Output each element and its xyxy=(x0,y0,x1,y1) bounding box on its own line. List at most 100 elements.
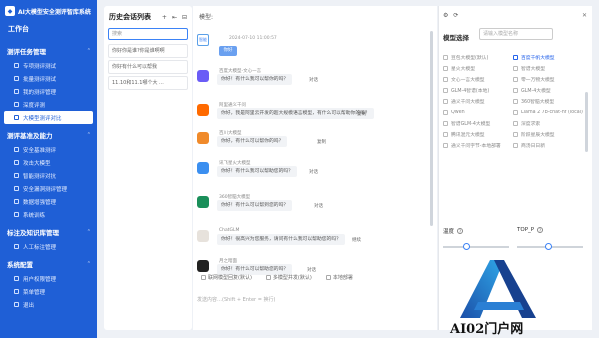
sidebar-item[interactable]: 深度评测 xyxy=(0,98,97,111)
checkbox-box[interactable] xyxy=(265,275,271,280)
option-checkbox[interactable]: 联网模型回复(默认) xyxy=(201,274,252,281)
help-icon[interactable]: ? xyxy=(537,227,544,233)
checkbox-box[interactable] xyxy=(513,99,518,104)
chat-list-item[interactable]: 11.10和11.1哪个大 ... xyxy=(108,76,188,90)
close-icon[interactable]: ✕ xyxy=(582,12,587,19)
model-row: 腾讯混元大模型 阶跃星辰大模型 xyxy=(443,129,583,140)
checkbox-box[interactable] xyxy=(443,110,448,115)
model-checkbox[interactable]: GLM-4智谱(本地) xyxy=(443,87,513,94)
sidebar-item[interactable]: 人工标注管理 xyxy=(0,240,97,253)
chat-scrollbar[interactable] xyxy=(430,31,433,226)
option-checkbox[interactable]: 本地部署 xyxy=(325,274,353,281)
sidebar-item[interactable]: 退出 xyxy=(0,298,97,311)
model-checkbox[interactable]: 零一万物大模型 xyxy=(513,76,583,83)
checkbox-box[interactable] xyxy=(201,275,206,280)
model-checkbox[interactable]: 百度千帆大模型 xyxy=(513,54,583,61)
sidebar-item[interactable]: 大模型测评对比 xyxy=(4,111,93,124)
checkbox-box[interactable] xyxy=(443,132,448,137)
chevron-up-icon[interactable]: ⌃ xyxy=(87,132,91,138)
model-checkbox[interactable]: GLM-4大模型 xyxy=(513,87,583,94)
sidebar-item[interactable]: 批量测评测试 xyxy=(0,72,97,85)
top-p-label: TOP_P xyxy=(517,227,535,233)
response-action-button[interactable]: 对话 xyxy=(307,267,316,273)
model-checkbox[interactable]: 通义千问字节-本地部署 xyxy=(443,142,513,149)
model-name: ChatGLM xyxy=(219,228,240,233)
help-icon[interactable]: ? xyxy=(457,228,464,234)
model-checkbox[interactable]: 360智脑大模型 xyxy=(513,98,583,105)
model-checkbox[interactable]: 星火大模型 xyxy=(443,65,513,72)
sidebar-item[interactable]: 菜单管理 xyxy=(0,285,97,298)
slider-handle[interactable] xyxy=(463,243,470,250)
sidebar-item[interactable]: 专项测评测试 xyxy=(0,59,97,72)
checkbox-box[interactable] xyxy=(443,55,448,60)
workbench-link[interactable]: 工作台 xyxy=(0,18,97,40)
model-label: 星火大模型 xyxy=(451,67,475,72)
top-p-slider[interactable] xyxy=(517,243,583,250)
sidebar-item[interactable]: 数据增强管理 xyxy=(0,195,97,208)
model-checkbox[interactable]: Llama 2 7b-chat-hf (local) xyxy=(513,110,583,115)
option-checkbox[interactable]: 多模型并发(默认) xyxy=(265,274,312,281)
sidebar-section-header[interactable]: 系统配置 ⌃ xyxy=(0,253,97,272)
message-input[interactable]: 发送内容…(Shift + Enter = 换行) xyxy=(197,296,275,303)
checkbox-box[interactable] xyxy=(513,143,518,148)
sidebar-section-header[interactable]: 测评基准及能力 ⌃ xyxy=(0,124,97,143)
chat-list-item[interactable]: 你好有什么可以帮我 xyxy=(108,60,188,74)
checkbox-box[interactable] xyxy=(325,275,331,280)
checkbox-box[interactable] xyxy=(443,66,448,71)
response-action-button[interactable]: 对话 xyxy=(309,169,318,175)
chevron-up-icon[interactable]: ⌃ xyxy=(87,261,91,267)
sidebar-section-header[interactable]: 测评任务管理 ⌃ xyxy=(0,40,97,59)
model-checkbox[interactable]: 商汤日日新 xyxy=(513,142,583,149)
checkbox-box[interactable] xyxy=(513,77,518,82)
model-checkbox[interactable]: 阶跃星辰大模型 xyxy=(513,131,583,138)
slider-handle[interactable] xyxy=(545,243,552,250)
response-action-button[interactable]: 复制 xyxy=(317,139,326,145)
sidebar-item[interactable]: 攻击大模型 xyxy=(0,156,97,169)
add-icon[interactable]: + xyxy=(162,14,167,21)
checkbox-box[interactable] xyxy=(443,143,448,148)
model-checkbox[interactable]: 腾讯混元大模型 xyxy=(443,131,513,138)
temperature-slider[interactable] xyxy=(443,243,509,250)
checkbox-box[interactable] xyxy=(513,66,518,71)
sidebar-section-header[interactable]: 标注及知识库管理 ⌃ xyxy=(0,221,97,240)
response-action-button[interactable]: 对话 xyxy=(309,77,318,83)
checkbox-box[interactable] xyxy=(443,99,448,104)
model-search-input[interactable]: 请输入模型名称 xyxy=(479,28,553,40)
model-checkbox[interactable]: 通义千问大模型 xyxy=(443,98,513,105)
checkbox-box[interactable] xyxy=(513,55,518,60)
response-action-button[interactable]: 对话 xyxy=(314,203,323,209)
checkbox-box[interactable] xyxy=(513,110,518,115)
checkbox-box[interactable] xyxy=(443,77,448,82)
collapse-icon[interactable]: ⇤ xyxy=(172,14,177,21)
model-label: 深度求索 xyxy=(521,122,541,127)
chevron-up-icon[interactable]: ⌃ xyxy=(87,229,91,235)
sidebar-item[interactable]: 系统训练 xyxy=(0,208,97,221)
response-bubble: 你好，有什么可以帮你的吗？ xyxy=(217,136,288,147)
user-message: 你好 xyxy=(219,46,237,56)
response-action-button[interactable]: 复制 xyxy=(357,111,366,117)
model-checkbox[interactable]: 文心一言大模型 xyxy=(443,76,513,83)
model-list-scrollbar[interactable] xyxy=(585,92,588,152)
sidebar-item[interactable]: 安全漏洞测评管理 xyxy=(0,182,97,195)
model-checkbox[interactable]: Qwen xyxy=(443,110,513,115)
model-checkbox[interactable]: 智谱大模型 xyxy=(513,65,583,72)
chevron-up-icon[interactable]: ⌃ xyxy=(87,48,91,54)
response-action-button[interactable]: 继续 xyxy=(352,237,361,243)
settings-icon[interactable]: ⚙ xyxy=(443,12,448,19)
checkbox-box[interactable] xyxy=(443,121,448,126)
checkbox-box[interactable] xyxy=(513,132,518,137)
sidebar-item[interactable]: 我的测评管理 xyxy=(0,85,97,98)
chat-search-input[interactable]: 搜索 xyxy=(108,28,188,40)
chat-list-item[interactable]: 你好你是谁?你是谁啊啊 xyxy=(108,44,188,58)
sidebar-item[interactable]: 用户权限管理 xyxy=(0,272,97,285)
delete-icon[interactable]: ⊟ xyxy=(182,14,187,21)
model-checkbox[interactable]: 智谱GLM-4大模型 xyxy=(443,120,513,127)
model-checkbox[interactable]: 豆包大模型(默认) xyxy=(443,54,513,61)
refresh-icon[interactable]: ⟳ xyxy=(453,12,458,19)
model-checkbox[interactable]: 深度求索 xyxy=(513,120,583,127)
checkbox-box[interactable] xyxy=(513,88,518,93)
sidebar-item[interactable]: 安全基准测评 xyxy=(0,143,97,156)
checkbox-box[interactable] xyxy=(443,88,448,93)
sidebar-item[interactable]: 智能测评对抗 xyxy=(0,169,97,182)
checkbox-box[interactable] xyxy=(513,121,518,126)
